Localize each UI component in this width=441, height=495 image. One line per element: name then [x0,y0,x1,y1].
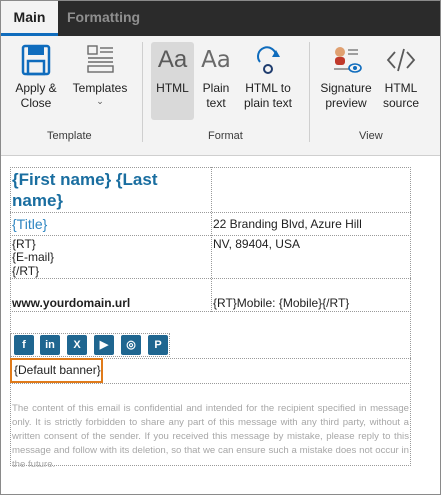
ribbon: Apply & Close Templates ⌄ Template Aa HT… [1,36,440,156]
address-line-1: 22 Branding Blvd, Azure Hill [213,217,362,231]
email-field: {E-mail} [12,250,55,264]
apply-close-button[interactable]: Apply & Close [9,42,63,120]
x-twitter-icon[interactable]: X [67,335,87,355]
font-aa-outline-icon: Aa [201,47,231,73]
html-to-plain-label: HTML to plain text [243,81,293,110]
font-aa-icon: Aa [157,46,188,73]
templates-icon [82,42,118,78]
table-column-divider [211,167,212,312]
tab-formatting[interactable]: Formatting [67,1,140,36]
code-icon [383,42,419,78]
youtube-icon[interactable]: ▶ [94,335,114,355]
ribbon-separator [142,42,143,142]
domain-link[interactable]: www.yourdomain.url [12,296,130,310]
plain-text-label: Plain text [202,81,230,110]
default-banner-placeholder[interactable]: {Default banner} [10,358,103,383]
mobile-field: {RT}Mobile: {Mobile}{/RT} [213,296,350,310]
facebook-icon[interactable]: f [14,335,34,355]
ribbon-separator [309,42,310,142]
templates-button[interactable]: Templates ⌄ [71,42,129,120]
signature-preview-icon [328,42,364,78]
ribbon-tab-bar: Main Formatting [1,1,440,36]
convert-icon [250,42,286,78]
pinterest-icon[interactable]: P [148,335,168,355]
table-row-divider [10,383,411,384]
html-source-label: HTML source [382,81,420,110]
signature-editor-window: Main Formatting Apply & Close Templates … [0,0,441,495]
signature-title: {Title} [12,216,48,232]
apply-close-label: Apply & Close [15,81,57,110]
templates-label: Templates [72,81,128,95]
chevron-down-icon: ⌄ [96,96,104,106]
group-label-template: Template [47,130,92,142]
html-mode-button[interactable]: Aa HTML [151,42,194,120]
group-label-view: View [359,130,383,142]
rt-open-tag: {RT} [12,237,36,251]
tab-main[interactable]: Main [1,1,58,36]
signature-preview-button[interactable]: Signature preview [317,42,375,120]
html-mode-label: HTML [156,81,189,95]
instagram-icon[interactable]: ◎ [121,335,141,355]
address-line-2: NV, 89404, USA [213,237,300,251]
html-to-plain-button[interactable]: HTML to plain text [239,42,297,120]
signature-canvas[interactable]: {First name} {Last name} {Title} 22 Bran… [1,157,440,494]
rt-close-tag: {/RT} [12,264,40,278]
social-icons: f in X ▶ ◎ P [10,333,170,357]
group-label-format: Format [208,130,243,142]
linkedin-icon[interactable]: in [40,335,60,355]
signature-name: {First name} {Last name} [12,170,158,210]
disclaimer-text: The content of this email is confidentia… [12,403,409,470]
plain-text-button[interactable]: Aa Plain text [197,42,235,120]
save-icon [18,42,54,78]
signature-preview-label: Signature preview [320,81,372,110]
html-source-button[interactable]: HTML source [379,42,423,120]
